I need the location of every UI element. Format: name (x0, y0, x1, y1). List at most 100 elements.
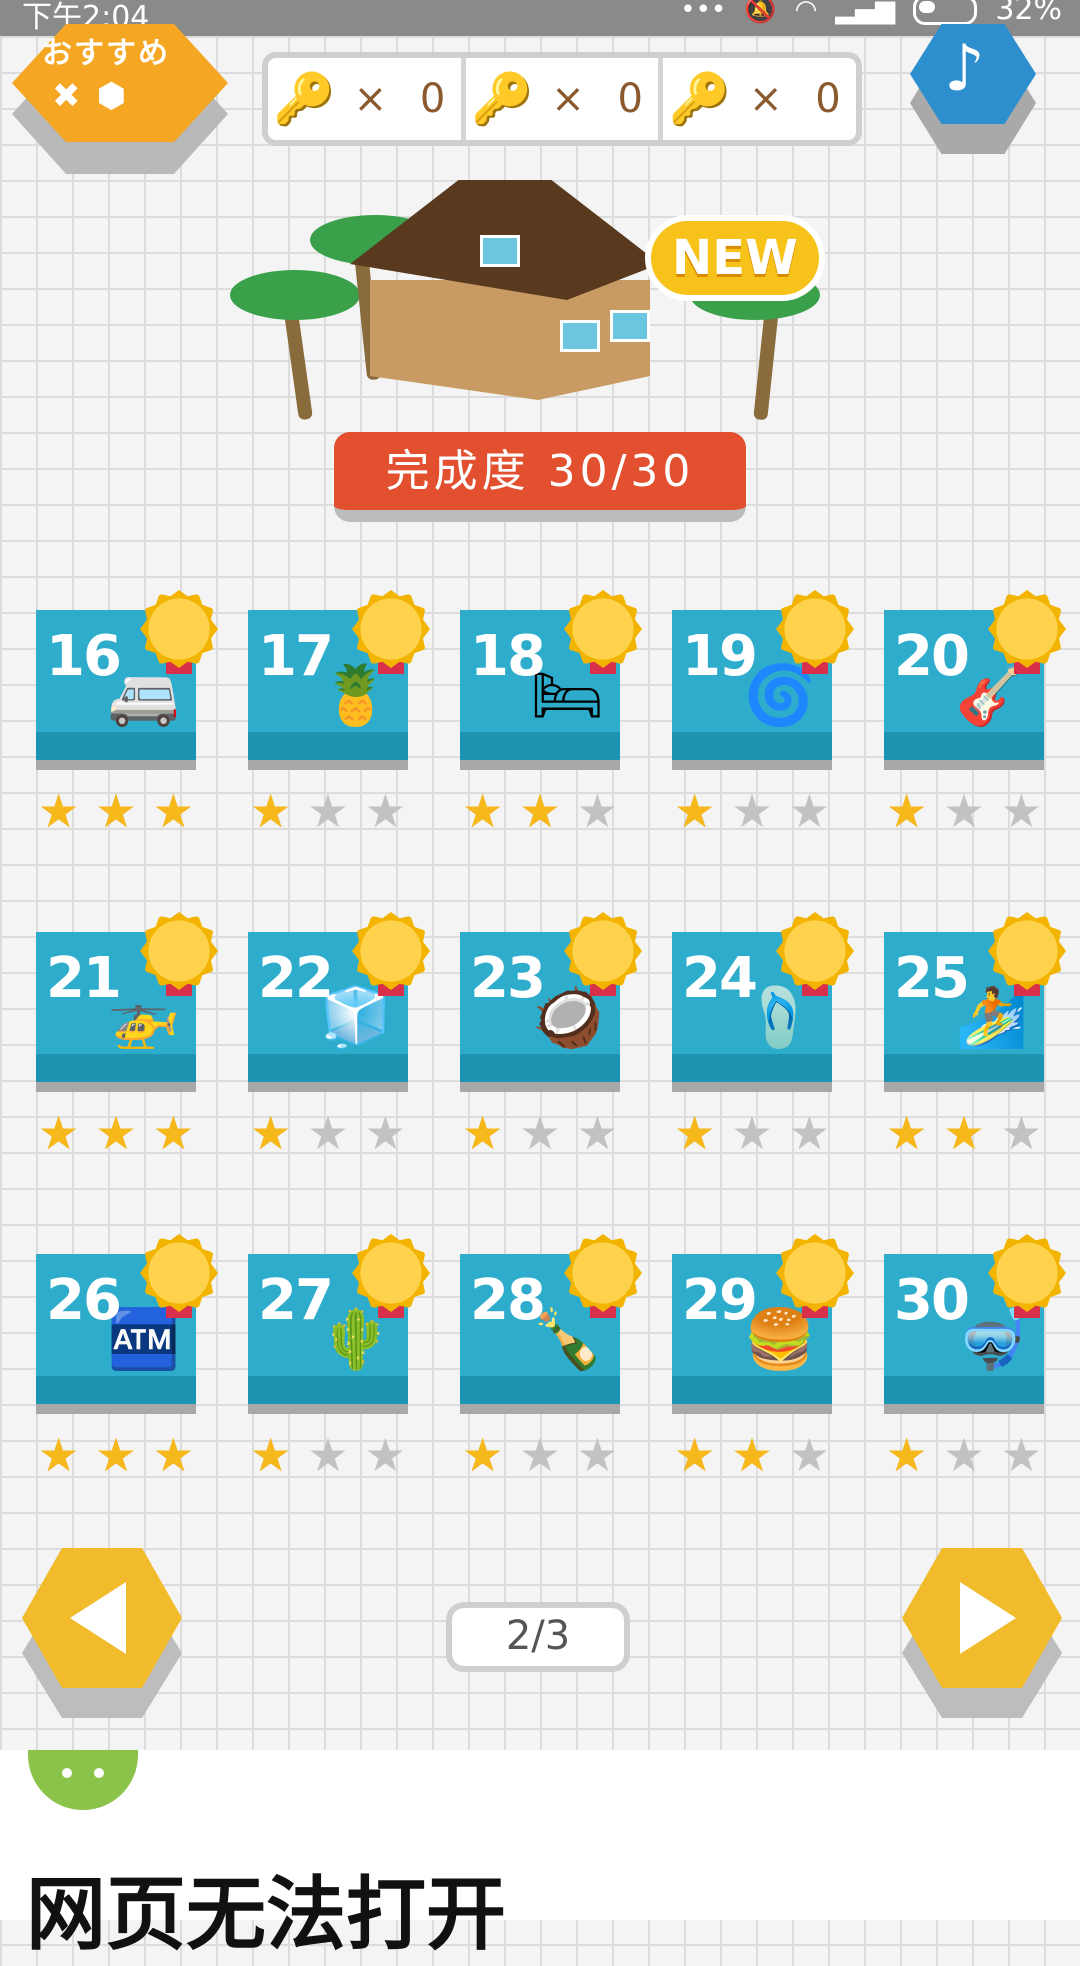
star-rating: ★ ★ ★ (36, 1110, 196, 1156)
medal-icon (988, 590, 1066, 674)
key-counter-bronze: 🔑 × 0 (268, 58, 466, 140)
level-card-strip (36, 1054, 196, 1082)
bronze-key-icon: 🔑 (273, 69, 336, 128)
battery-percent: 32% (995, 0, 1062, 27)
star-filled-icon: ★ (38, 1428, 80, 1482)
star-rating: ★ ★ ★ (248, 788, 408, 834)
level-number: 25 (894, 946, 970, 1011)
star-empty-icon: ★ (364, 784, 406, 838)
medal-disc (988, 1234, 1066, 1312)
gold-key-icon: 🔑 (668, 69, 731, 128)
medal-icon (140, 590, 218, 674)
recommend-label: おすすめ (42, 36, 170, 71)
house-walls (370, 280, 650, 400)
level-number: 29 (682, 1268, 758, 1333)
star-filled-icon: ★ (462, 1428, 504, 1482)
level-card[interactable]: 🍍 17 ★ ★ ★ (248, 590, 430, 834)
star-rating: ★ ★ ★ (884, 1110, 1044, 1156)
level-card[interactable]: 🌀 19 ★ ★ ★ (672, 590, 854, 834)
medal-disc (140, 1234, 218, 1312)
level-card-strip (884, 1054, 1044, 1082)
gold-key-count: × 0 (748, 76, 851, 122)
level-card[interactable]: 🎸 20 ★ ★ ★ (884, 590, 1066, 834)
star-filled-icon: ★ (250, 1106, 292, 1160)
level-card[interactable]: 🍾 28 ★ ★ ★ (460, 1234, 642, 1478)
level-card-strip (36, 732, 196, 760)
recommend-button[interactable]: おすすめ ✖⬢ (12, 24, 228, 174)
more-dots-icon: ••• (680, 0, 727, 25)
level-number: 16 (46, 624, 122, 689)
star-empty-icon: ★ (576, 1106, 618, 1160)
star-empty-icon: ★ (576, 1428, 618, 1482)
level-card[interactable]: 🥥 23 ★ ★ ★ (460, 912, 642, 1156)
previous-page-button[interactable] (22, 1548, 182, 1718)
next-page-button[interactable] (902, 1548, 1062, 1718)
star-empty-icon: ★ (788, 1106, 830, 1160)
star-filled-icon: ★ (250, 1428, 292, 1482)
star-rating: ★ ★ ★ (36, 788, 196, 834)
level-card[interactable]: 🤿 30 ★ ★ ★ (884, 1234, 1066, 1478)
webview-error-panel: 网页无法打开 (0, 1750, 1080, 1961)
star-empty-icon: ★ (1000, 1106, 1042, 1160)
medal-icon (564, 1234, 642, 1318)
level-card[interactable]: 🩴 24 ★ ★ ★ (672, 912, 854, 1156)
medal-disc (776, 590, 854, 668)
star-rating: ★ ★ ★ (884, 1432, 1044, 1478)
level-card[interactable]: 🚁 21 ★ ★ ★ (36, 912, 218, 1156)
level-card[interactable]: 🛏 18 ★ ★ ★ (460, 590, 642, 834)
medal-disc (776, 912, 854, 990)
level-card-strip (248, 1054, 408, 1082)
level-card-strip (884, 732, 1044, 760)
music-note-icon: ♪ (944, 32, 985, 106)
star-filled-icon: ★ (674, 1428, 716, 1482)
error-title: 网页无法打开 (26, 1868, 506, 1961)
level-card[interactable]: 🍔 29 ★ ★ ★ (672, 1234, 854, 1478)
level-number: 23 (470, 946, 546, 1011)
level-number: 18 (470, 624, 546, 689)
star-empty-icon: ★ (788, 1428, 830, 1482)
level-card-strip (460, 1376, 620, 1404)
key-counter-bar: 🔑 × 0 🔑 × 0 🔑 × 0 (262, 52, 862, 146)
star-filled-icon: ★ (152, 1428, 194, 1482)
android-eye (94, 1768, 104, 1778)
medal-disc (140, 590, 218, 668)
status-icons: ••• 🔕 ◠ ▂▄▆ 32% (680, 0, 1062, 27)
medal-disc (140, 912, 218, 990)
star-rating: ★ ★ ★ (884, 788, 1044, 834)
star-filled-icon: ★ (519, 784, 561, 838)
level-number: 19 (682, 624, 758, 689)
medal-disc (352, 1234, 430, 1312)
level-card[interactable]: 🌵 27 ★ ★ ★ (248, 1234, 430, 1478)
star-filled-icon: ★ (95, 784, 137, 838)
level-card[interactable]: 🏧 26 ★ ★ ★ (36, 1234, 218, 1478)
star-empty-icon: ★ (364, 1106, 406, 1160)
android-eye (62, 1768, 72, 1778)
level-card[interactable]: 🏄 25 ★ ★ ★ (884, 912, 1066, 1156)
star-filled-icon: ★ (38, 784, 80, 838)
star-filled-icon: ★ (886, 784, 928, 838)
star-rating: ★ ★ ★ (460, 1110, 620, 1156)
house-window (560, 320, 600, 352)
level-number: 30 (894, 1268, 970, 1333)
star-filled-icon: ★ (152, 784, 194, 838)
star-empty-icon: ★ (307, 784, 349, 838)
music-button[interactable]: ♪ (910, 24, 1036, 154)
medal-icon (564, 912, 642, 996)
star-filled-icon: ★ (943, 1106, 985, 1160)
level-card[interactable]: 🚐 16 ★ ★ ★ (36, 590, 218, 834)
palm-leaves (230, 270, 360, 320)
silver-key-count: × 0 (551, 76, 653, 122)
star-empty-icon: ★ (307, 1106, 349, 1160)
star-empty-icon: ★ (788, 784, 830, 838)
star-empty-icon: ★ (364, 1428, 406, 1482)
new-badge: NEW (645, 215, 825, 301)
level-card[interactable]: 🧊 22 ★ ★ ★ (248, 912, 430, 1156)
level-card-strip (884, 1376, 1044, 1404)
medal-disc (988, 590, 1066, 668)
medal-icon (988, 1234, 1066, 1318)
level-card-strip (460, 732, 620, 760)
medal-icon (140, 912, 218, 996)
level-number: 17 (258, 624, 334, 689)
star-filled-icon: ★ (462, 784, 504, 838)
star-empty-icon: ★ (576, 784, 618, 838)
